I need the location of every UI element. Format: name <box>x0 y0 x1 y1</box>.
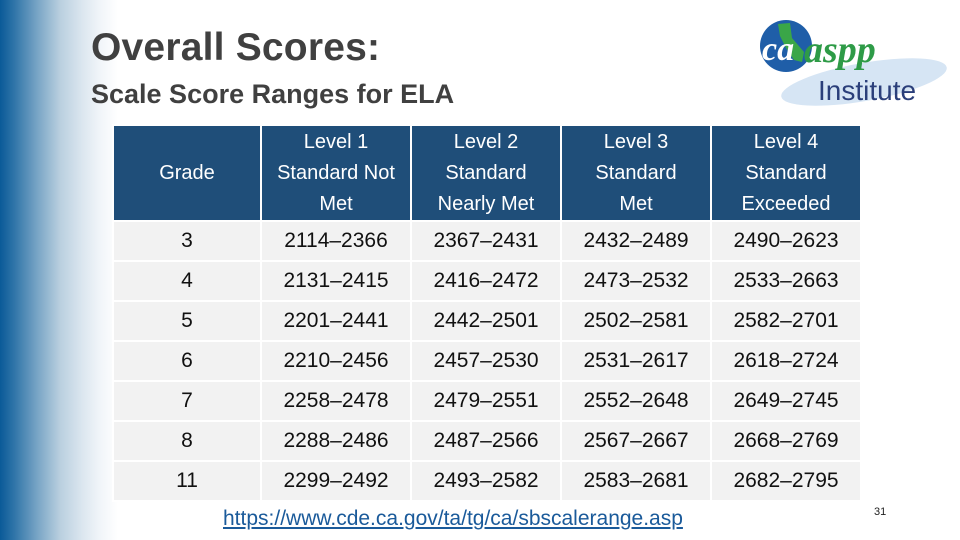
grade-cell: 11 <box>112 460 262 502</box>
level-3-range: 2552–2648 <box>560 380 712 422</box>
table-header-row: Grade Level 1 Standard Not Met Level 2 Standa… <box>112 124 862 222</box>
source-link[interactable]: https://www.cde.ca.gov/ta/tg/ca/sbscaler… <box>223 507 683 531</box>
column-header-level-1: Level 1 Standard Not Met <box>260 124 412 222</box>
column-header-level-3: Level 3 Standard Met <box>560 124 712 222</box>
column-header-line: Level 4 <box>753 130 819 153</box>
column-header-line: Level 2 <box>453 130 519 153</box>
level-2-range: 2457–2530 <box>410 340 562 382</box>
level-4-range: 2682–2795 <box>710 460 862 502</box>
column-header-level-2: Level 2 Standard Nearly Met <box>410 124 562 222</box>
level-4-range: 2668–2769 <box>710 420 862 462</box>
level-3-range: 2583–2681 <box>560 460 712 502</box>
scale-score-table: Grade Level 1 Standard Not Met Level 2 Standa… <box>112 124 862 502</box>
level-1-range: 2201–2441 <box>260 300 412 342</box>
level-2-range: 2493–2582 <box>410 460 562 502</box>
level-3-range: 2502–2581 <box>560 300 712 342</box>
level-4-range: 2618–2724 <box>710 340 862 382</box>
level-3-range: 2432–2489 <box>560 220 712 262</box>
level-3-range: 2473–2532 <box>560 260 712 302</box>
slide-title: Overall Scores: <box>91 26 381 69</box>
table-body: 3 2114–2366 2367–2431 2432–2489 2490–2623 4 21… <box>112 220 862 502</box>
level-3-range: 2531–2617 <box>560 340 712 382</box>
table-row: 3 2114–2366 2367–2431 2432–2489 2490–2623 <box>112 220 862 262</box>
column-header-line: Met <box>319 192 353 215</box>
level-2-range: 2487–2566 <box>410 420 562 462</box>
table-row: 7 2258–2478 2479–2551 2552–2648 2649–2745 <box>112 380 862 422</box>
slide-subtitle: Scale Score Ranges for ELA <box>91 79 455 109</box>
logo-brand-text: aspp <box>804 29 876 71</box>
level-3-range: 2567–2667 <box>560 420 712 462</box>
level-1-range: 2114–2366 <box>260 220 412 262</box>
column-header-line: Standard Not <box>277 161 395 184</box>
column-header-grade: Grade <box>112 124 262 222</box>
table-row: 8 2288–2486 2487–2566 2567–2667 2668–2769 <box>112 420 862 462</box>
grade-cell: 8 <box>112 420 262 462</box>
column-header-line: Standard <box>595 161 677 184</box>
column-header-level-4: Level 4 Standard Exceeded <box>710 124 862 222</box>
column-header-line: Grade <box>159 161 215 184</box>
table-row: 5 2201–2441 2442–2501 2502–2581 2582–2701 <box>112 300 862 342</box>
table-row: 6 2210–2456 2457–2530 2531–2617 2618–2724 <box>112 340 862 382</box>
logo-ca-letters: ca <box>762 31 794 68</box>
column-header-line: Level 3 <box>603 130 669 153</box>
table-row: 11 2299–2492 2493–2582 2583–2681 2682–2795 <box>112 460 862 502</box>
column-header-line: Nearly Met <box>437 192 535 215</box>
level-4-range: 2649–2745 <box>710 380 862 422</box>
level-1-range: 2258–2478 <box>260 380 412 422</box>
level-1-range: 2210–2456 <box>260 340 412 382</box>
grade-cell: 7 <box>112 380 262 422</box>
level-4-range: 2582–2701 <box>710 300 862 342</box>
column-header-line: Standard <box>445 161 527 184</box>
column-header-line: Standard <box>745 161 827 184</box>
table-row: 4 2131–2415 2416–2472 2473–2532 2533–2663 <box>112 260 862 302</box>
grade-cell: 3 <box>112 220 262 262</box>
column-header-line: Exceeded <box>741 192 831 215</box>
level-2-range: 2367–2431 <box>410 220 562 262</box>
grade-cell: 4 <box>112 260 262 302</box>
level-4-range: 2533–2663 <box>710 260 862 302</box>
level-4-range: 2490–2623 <box>710 220 862 262</box>
level-2-range: 2416–2472 <box>410 260 562 302</box>
level-2-range: 2442–2501 <box>410 300 562 342</box>
column-header-line: Level 1 <box>303 130 369 153</box>
caaspp-institute-logo: ca aspp Institute <box>752 14 952 110</box>
level-1-range: 2299–2492 <box>260 460 412 502</box>
logo-sub-text: Institute <box>818 75 916 106</box>
level-1-range: 2131–2415 <box>260 260 412 302</box>
grade-cell: 6 <box>112 340 262 382</box>
level-1-range: 2288–2486 <box>260 420 412 462</box>
page-number: 31 <box>874 506 887 518</box>
column-header-line: Met <box>619 192 653 215</box>
level-2-range: 2479–2551 <box>410 380 562 422</box>
grade-cell: 5 <box>112 300 262 342</box>
